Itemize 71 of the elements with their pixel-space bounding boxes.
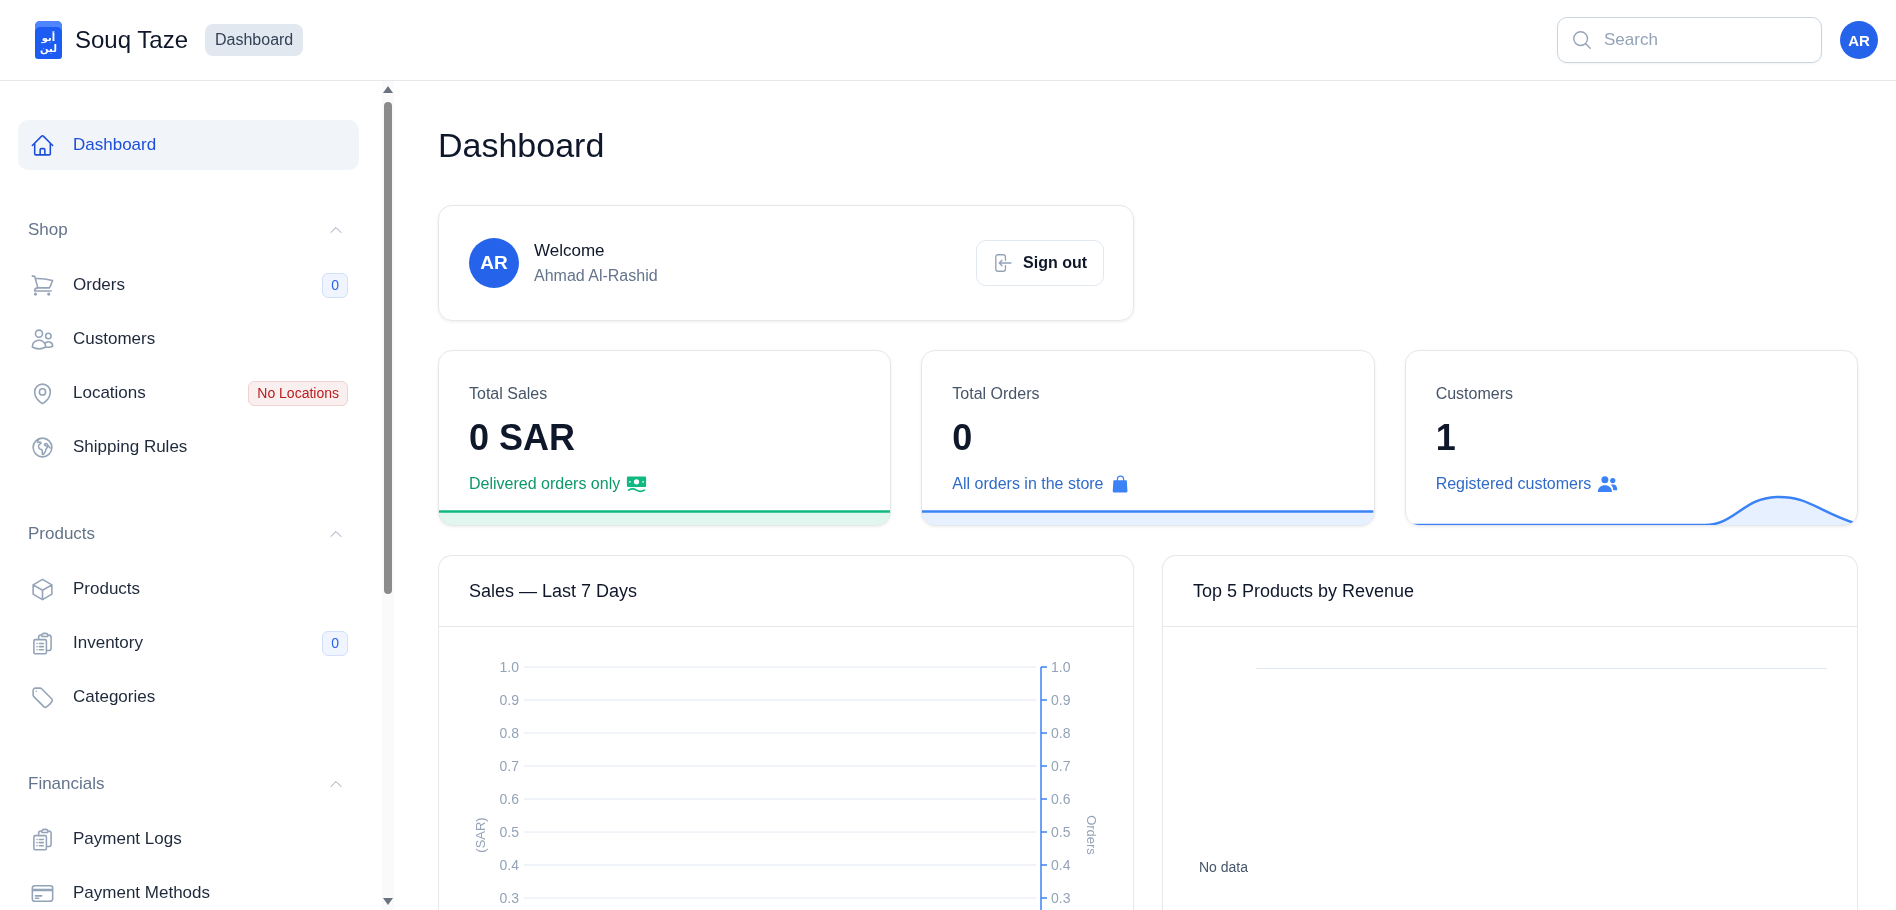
axis-tick-label: 0.5: [499, 824, 519, 840]
sidebar-item[interactable]: Orders 0: [18, 258, 359, 312]
banknote-icon: [626, 475, 648, 493]
sidebar-item[interactable]: Inventory 0: [18, 616, 359, 670]
stat-value: 0 SAR: [469, 416, 576, 460]
axis-title: (SAR): [473, 817, 488, 853]
section-toggle[interactable]: Financials: [18, 772, 359, 796]
axis-tick-label: 1.0: [499, 659, 519, 675]
axis-tick-label: 0.7: [1051, 758, 1071, 774]
axis-tick-label: 0.7: [499, 758, 519, 774]
sidebar-item[interactable]: Shipping Rules: [18, 420, 359, 474]
axis-tick-label: 1.0: [1051, 659, 1071, 675]
users-icon: [1597, 475, 1619, 493]
cube-icon: [30, 576, 55, 602]
sidebar-item[interactable]: Dashboard: [18, 120, 359, 170]
section-toggle[interactable]: Shop: [18, 218, 359, 242]
axis-tick-label: 0.4: [499, 857, 519, 873]
sidebar-badge: 0: [322, 272, 348, 298]
sidebar-badge: No Locations: [248, 380, 348, 406]
scroll-down-icon[interactable]: [383, 898, 393, 905]
stat-caption: All orders in the store: [952, 474, 1104, 494]
section-toggle[interactable]: Products: [18, 522, 359, 546]
empty-chart-message: No data: [1199, 859, 1249, 875]
sidebar-item[interactable]: Products: [18, 562, 359, 616]
axis-title: Orders: [1084, 815, 1099, 855]
sidebar-item[interactable]: Categories: [18, 670, 359, 724]
axis-tick-label: 0.8: [1051, 725, 1071, 741]
chart-title: Top 5 Products by Revenue: [1193, 580, 1415, 602]
axis-tick-label: 0.6: [1051, 791, 1071, 807]
axis-tick-label: 0.9: [499, 692, 519, 708]
stat-label: Total Sales: [469, 384, 548, 404]
axis-tick-label: 0.3: [499, 890, 519, 906]
chart-title: Sales — Last 7 Days: [469, 580, 638, 602]
globe-icon: [30, 434, 55, 460]
sidebar-item[interactable]: Payment Logs: [18, 812, 359, 866]
scrollbar[interactable]: [382, 81, 394, 910]
home-icon: [30, 132, 55, 158]
axis-tick-label: 0.4: [1051, 857, 1071, 873]
sidebar-item[interactable]: Locations No Locations: [18, 366, 359, 420]
users-icon: [30, 326, 55, 352]
scroll-up-icon[interactable]: [383, 86, 393, 93]
sign-out-button[interactable]: Sign out: [976, 240, 1104, 286]
avatar: AR: [469, 238, 519, 288]
user-name: Ahmad Al-Rashid: [534, 267, 658, 285]
stat-label: Customers: [1435, 384, 1513, 404]
axis-tick-label: 0.5: [1051, 824, 1071, 840]
clipboard-icon: [30, 826, 55, 852]
sidebar-badge: 0: [322, 630, 348, 656]
sidebar-item[interactable]: Customers: [18, 312, 359, 366]
search-field[interactable]: Search: [1557, 17, 1822, 63]
welcome-text: Welcome: [534, 241, 605, 261]
logo: أبو لبن: [35, 21, 62, 59]
axis-tick-label: 0.6: [499, 791, 519, 807]
stat-caption: Registered customers: [1435, 474, 1592, 494]
scrollbar-thumb[interactable]: [384, 102, 392, 594]
stat-caption: Delivered orders only: [469, 474, 621, 494]
page-title: Dashboard: [438, 125, 605, 165]
search-icon: [1571, 29, 1593, 51]
stat-value: 1: [1435, 416, 1456, 460]
cart-icon: [30, 272, 55, 298]
stat-label: Total Orders: [952, 384, 1040, 404]
sidebar-item[interactable]: Payment Methods: [18, 866, 359, 910]
axis-tick-label: 0.3: [1051, 890, 1071, 906]
tag-icon: [30, 684, 55, 710]
axis-tick-label: 0.8: [499, 725, 519, 741]
axis-tick-label: 0.9: [1051, 692, 1071, 708]
brand-name: Souq Taze: [75, 26, 188, 54]
clipboard-icon: [30, 630, 55, 656]
breadcrumb: Dashboard: [205, 24, 304, 56]
stat-value: 0: [952, 416, 973, 460]
avatar[interactable]: AR: [1840, 21, 1878, 59]
